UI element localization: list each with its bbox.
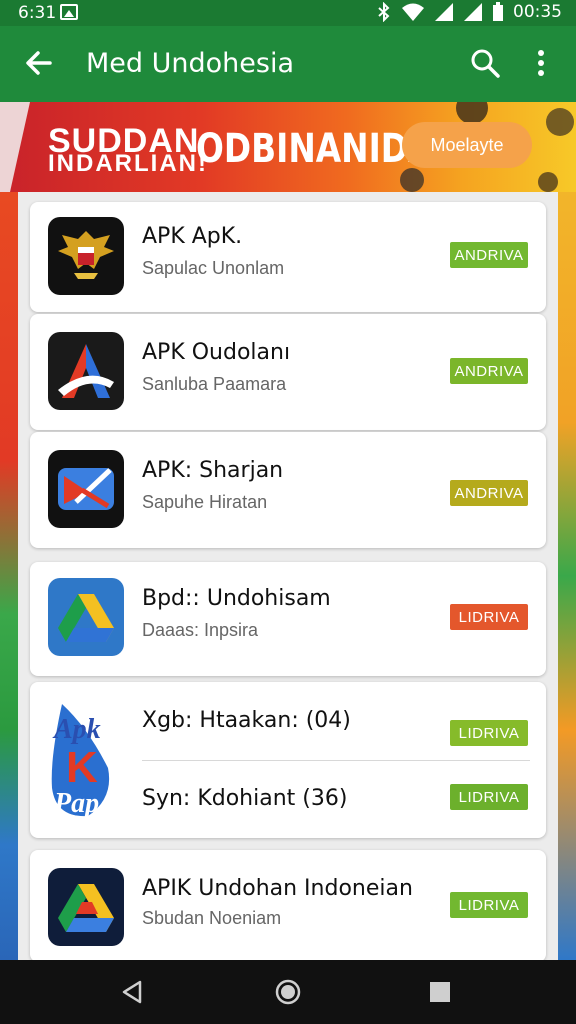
home-nav-icon[interactable] [273,977,303,1007]
download-badge[interactable]: LIDRIVA [450,784,528,810]
download-badge[interactable]: LIDRIVA [450,892,528,918]
download-badge[interactable]: LIDRIVA [450,604,528,630]
app-subtitle: Daaas: Inpsira [142,620,259,640]
app-card[interactable]: Bpd:: Undohisam Daaas: Inpsira LIDRIVA [30,562,546,676]
garuda-icon [48,217,124,295]
wifi-icon [402,3,424,21]
download-badge[interactable]: ANDRIVA [450,358,528,384]
more-options-icon[interactable] [526,46,556,80]
app-row-title: Syn: Kdohiant (36) [142,786,348,811]
signal-icon [435,3,453,21]
download-badge[interactable]: ANDRIVA [450,480,528,506]
search-icon[interactable] [468,46,502,80]
recents-nav-icon[interactable] [428,980,452,1004]
svg-text:Apk: Apk [52,714,101,745]
drive-icon [48,578,124,656]
promo-banner[interactable]: SUDDAN INDARLIAN! ODBINANIDA Moelayte [0,102,576,192]
app-card-group[interactable]: Apk K Pap Xgb: Htaakan: (04) LIDRIVA Syn… [30,682,546,838]
app-bar: Med Undohesia [0,26,576,102]
status-time: 6:31 [18,3,57,23]
x-logo-icon [48,450,124,528]
app-subtitle: Sapulac Unonlam [142,258,285,278]
app-title: APK ApK. [142,224,243,249]
battery-icon [493,2,503,21]
app-subtitle: Sapuhe Hiratan [142,492,268,512]
app-title: APK Oudolanı [142,340,291,365]
app-title: APIK Undohan Indoneian [142,876,413,901]
app-subtitle: Sanluba Paamara [142,374,287,394]
left-backdrop [0,192,18,960]
status-icons: 00:35 [376,2,562,22]
app-title: APK: Sharjan [142,458,284,483]
app-card[interactable]: APIK Undohan Indoneian Sbudan Noeniam LI… [30,850,546,962]
drive-dark-icon [48,868,124,946]
download-badge[interactable]: ANDRIVA [450,242,528,268]
right-backdrop [558,192,576,960]
banner-headline: ODBINANIDA [196,126,434,172]
app-card[interactable]: APK Oudolanı Sanluba Paamara ANDRIVA [30,314,546,430]
banner-line-2: INDARLIAN! [48,150,208,177]
gallery-notification-icon [60,4,78,20]
bluetooth-icon [378,2,390,22]
status-bar: 6:31 00:35 [0,0,576,26]
status-clock: 00:35 [513,2,562,22]
apk-pap-logo-icon: Apk K Pap [48,698,124,822]
back-arrow-icon[interactable] [22,46,56,80]
svg-text:Pap: Pap [53,788,99,819]
banner-button[interactable]: Moelayte [402,122,532,168]
app-card[interactable]: APK: Sharjan Sapuhe Hiratan ANDRIVA [30,432,546,548]
page-title: Med Undohesia [86,48,294,79]
app-card[interactable]: APK ApK. Sapulac Unonlam ANDRIVA [30,202,546,312]
signal-icon-2 [464,3,482,21]
app-title: Bpd:: Undohisam [142,586,331,611]
app-row-title: Xgb: Htaakan: (04) [142,708,351,733]
row-divider [142,760,530,761]
a-logo-icon [48,332,124,410]
back-nav-icon[interactable] [118,978,146,1006]
download-badge[interactable]: LIDRIVA [450,720,528,746]
app-subtitle: Sbudan Noeniam [142,908,282,928]
svg-text:K: K [66,743,98,792]
navigation-bar [0,960,576,1024]
